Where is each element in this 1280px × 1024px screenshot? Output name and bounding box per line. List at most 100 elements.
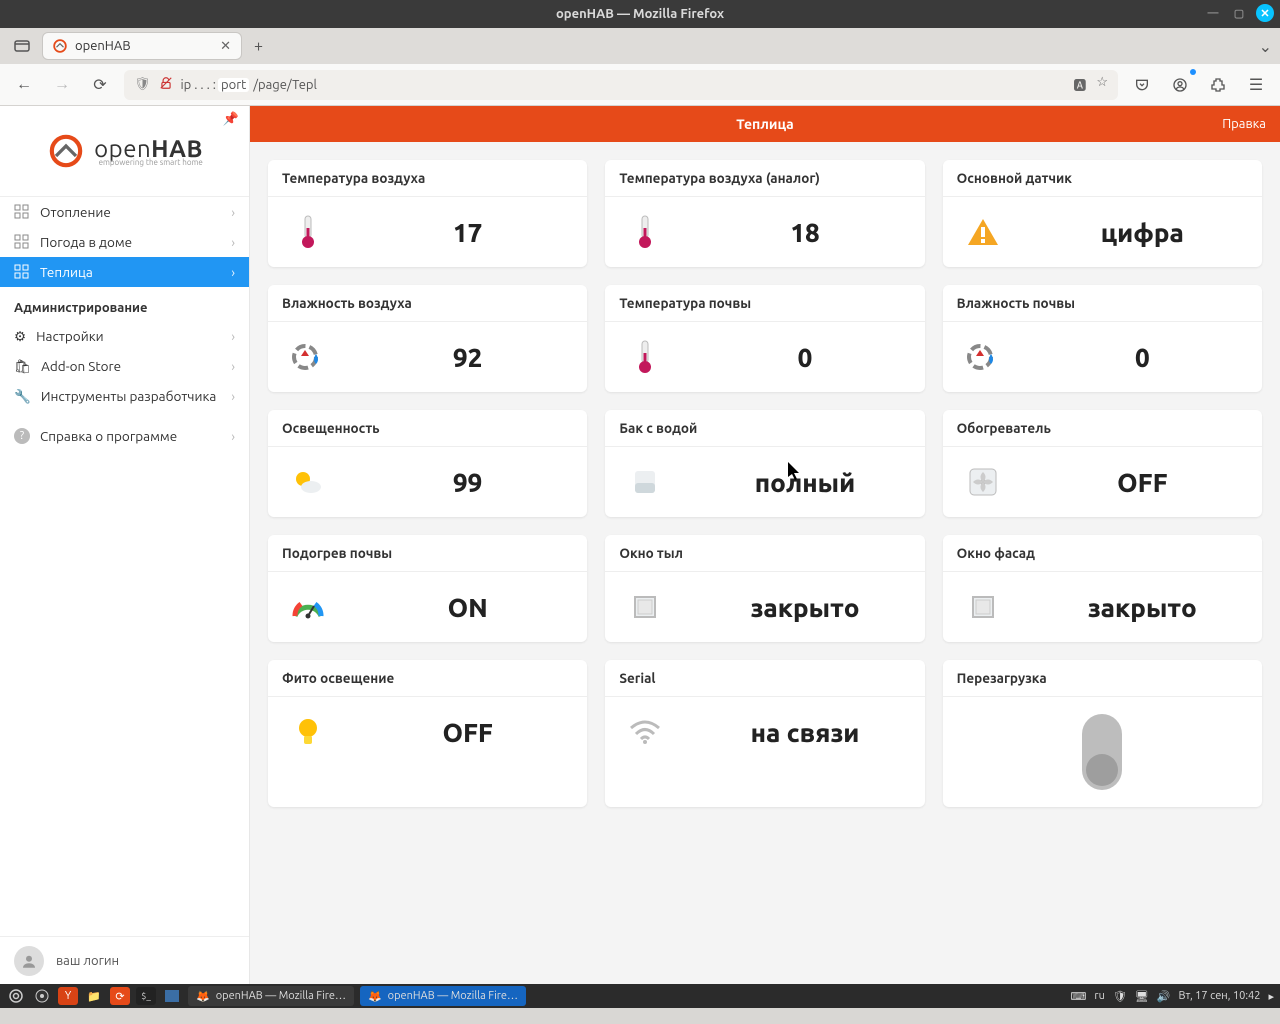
- translate-icon[interactable]: 🅰: [1073, 75, 1086, 94]
- volume-tray-icon[interactable]: 🔊: [1157, 990, 1171, 1003]
- help-icon: ?: [14, 428, 30, 444]
- bookmark-icon[interactable]: ☆: [1096, 75, 1108, 94]
- user-avatar[interactable]: [14, 946, 44, 976]
- wifi-icon: [605, 720, 685, 744]
- card-title: Окно фасад: [943, 535, 1262, 572]
- thermo-icon: [605, 214, 685, 250]
- keyboard-layout-button[interactable]: ⌨: [1071, 990, 1087, 1003]
- card-value: полный: [685, 468, 924, 497]
- app-menu-button[interactable]: ☰: [1242, 71, 1270, 99]
- url-port: port: [218, 78, 249, 92]
- taskbar-files-icon[interactable]: 📁: [84, 987, 104, 1005]
- card-title: Влажность почвы: [943, 285, 1262, 322]
- nav-forward-button[interactable]: →: [48, 71, 76, 99]
- card-12[interactable]: Фито освещениеOFF: [268, 660, 587, 807]
- card-body: 18: [605, 197, 924, 267]
- openhab-favicon-icon: [53, 39, 67, 53]
- new-tab-button[interactable]: +: [254, 37, 263, 55]
- card-title: Температура воздуха (аналог): [605, 160, 924, 197]
- card-value: OFF: [348, 718, 587, 747]
- edit-button[interactable]: Правка: [1222, 117, 1266, 131]
- sidebar-item-addon-store[interactable]: 🛍 Add-on Store ›: [0, 351, 249, 381]
- card-body: [943, 697, 1262, 807]
- card-7[interactable]: Бак с водойполный: [605, 410, 924, 517]
- card-value: цифра: [1023, 218, 1262, 247]
- nav-reload-button[interactable]: ⟳: [86, 71, 114, 99]
- sidebar-item-settings[interactable]: ⚙ Настройки ›: [0, 321, 249, 351]
- sidebar-item-heating[interactable]: Отопление ›: [0, 197, 249, 227]
- tabs-overflow-button[interactable]: ⌄: [1259, 37, 1272, 56]
- distro-menu-button[interactable]: [32, 987, 52, 1005]
- card-9[interactable]: Подогрев почвыON: [268, 535, 587, 642]
- sidebar-admin-header: Администрирование: [0, 287, 249, 321]
- window-maximize-button[interactable]: ▢: [1230, 4, 1248, 22]
- card-10[interactable]: Окно тылзакрыто: [605, 535, 924, 642]
- sidebar-item-dev-tools[interactable]: 🔧 Инструменты разработчика ›: [0, 381, 249, 411]
- pocket-button[interactable]: [1128, 71, 1156, 99]
- tab-close-button[interactable]: ✕: [220, 39, 231, 54]
- display-tray-icon[interactable]: 🖥: [1135, 990, 1149, 1003]
- insecure-icon[interactable]: [159, 76, 173, 93]
- card-11[interactable]: Окно фасад закрыто: [943, 535, 1262, 642]
- url-path: /page/Tepl: [253, 78, 317, 92]
- taskbar-window-label: openHAB — Mozilla Fire…: [216, 990, 346, 1002]
- show-desktop-button[interactable]: ▸: [1268, 990, 1274, 1003]
- sidebar-item-greenhouse[interactable]: Теплица ›: [0, 257, 249, 287]
- sidebar-item-label: Add-on Store: [41, 358, 121, 374]
- start-menu-button[interactable]: [6, 987, 26, 1005]
- taskbar-browser-icon[interactable]: Y: [58, 987, 78, 1005]
- extensions-button[interactable]: [1204, 71, 1232, 99]
- openhab-logo[interactable]: openHAB empowering the smart home: [46, 131, 203, 171]
- nav-back-button[interactable]: ←: [10, 71, 38, 99]
- security-tray-icon[interactable]: 🛡: [1113, 990, 1127, 1003]
- window-title: openHAB — Mozilla Firefox: [556, 7, 724, 21]
- card-1[interactable]: Температура воздуха (аналог) 18: [605, 160, 924, 267]
- card-6[interactable]: Освещенность99: [268, 410, 587, 517]
- tracking-shield-icon[interactable]: 🛡: [134, 77, 151, 92]
- sidebar-item-weather[interactable]: Погода в доме ›: [0, 227, 249, 257]
- taskbar-updater-icon[interactable]: ⟳: [110, 987, 130, 1005]
- card-8[interactable]: ОбогревательOFF: [943, 410, 1262, 517]
- window-icon: [943, 594, 1023, 620]
- sidebar-item-label: Погода в доме: [40, 234, 132, 250]
- card-14[interactable]: Перезагрузка: [943, 660, 1262, 807]
- wrench-icon: 🔧: [14, 388, 31, 405]
- card-13[interactable]: Serial на связи: [605, 660, 924, 807]
- language-indicator[interactable]: ru: [1094, 990, 1104, 1002]
- card-value: 18: [685, 218, 924, 247]
- sidebar-item-help[interactable]: ? Справка о программе ›: [0, 421, 249, 451]
- taskbar-desktop-icon[interactable]: [162, 987, 182, 1005]
- page-header: Теплица Правка: [250, 106, 1280, 142]
- window-minimize-button[interactable]: —: [1204, 4, 1222, 22]
- clock[interactable]: Вт, 17 сен, 10:42: [1179, 990, 1261, 1002]
- card-value: 0: [1023, 343, 1262, 372]
- address-bar[interactable]: 🛡 ip . . . : port /page/Tepl 🅰 ☆: [124, 70, 1118, 100]
- taskbar-window-1[interactable]: 🦊 openHAB — Mozilla Fire…: [188, 986, 354, 1006]
- card-0[interactable]: Температура воздуха17: [268, 160, 587, 267]
- card-title: Освещенность: [268, 410, 587, 447]
- page-title: Теплица: [736, 116, 794, 132]
- pin-sidebar-button[interactable]: 📌: [223, 112, 239, 127]
- card-body: 17: [268, 197, 587, 267]
- browser-tab[interactable]: openHAB ✕: [42, 32, 242, 60]
- card-value: на связи: [685, 718, 924, 747]
- user-login[interactable]: ваш логин: [56, 954, 119, 968]
- account-button[interactable]: [1166, 71, 1194, 99]
- openhab-logo-icon: [46, 131, 86, 171]
- card-title: Serial: [605, 660, 924, 697]
- browser-toolbar: ← → ⟳ 🛡 ip . . . : port /page/Tepl 🅰 ☆ ☰: [0, 64, 1280, 106]
- card-5[interactable]: Влажность почвы 0: [943, 285, 1262, 392]
- logo-tagline: empowering the smart home: [94, 158, 203, 167]
- taskbar-window-2[interactable]: 🦊 openHAB — Mozilla Fire…: [360, 986, 526, 1006]
- card-4[interactable]: Температура почвы0: [605, 285, 924, 392]
- card-3[interactable]: Влажность воздуха92: [268, 285, 587, 392]
- window-close-button[interactable]: ✕: [1256, 4, 1274, 22]
- window-icon: [605, 594, 685, 620]
- card-2[interactable]: Основной датчикцифра: [943, 160, 1262, 267]
- sidebar-item-label: Инструменты разработчика: [41, 388, 217, 404]
- taskbar-terminal-icon[interactable]: $_: [136, 987, 156, 1005]
- recent-tabs-button[interactable]: [8, 32, 36, 60]
- card-value: закрыто: [1023, 593, 1262, 622]
- reboot-toggle[interactable]: [1082, 714, 1122, 790]
- sidebar-item-label: Справка о программе: [40, 428, 177, 444]
